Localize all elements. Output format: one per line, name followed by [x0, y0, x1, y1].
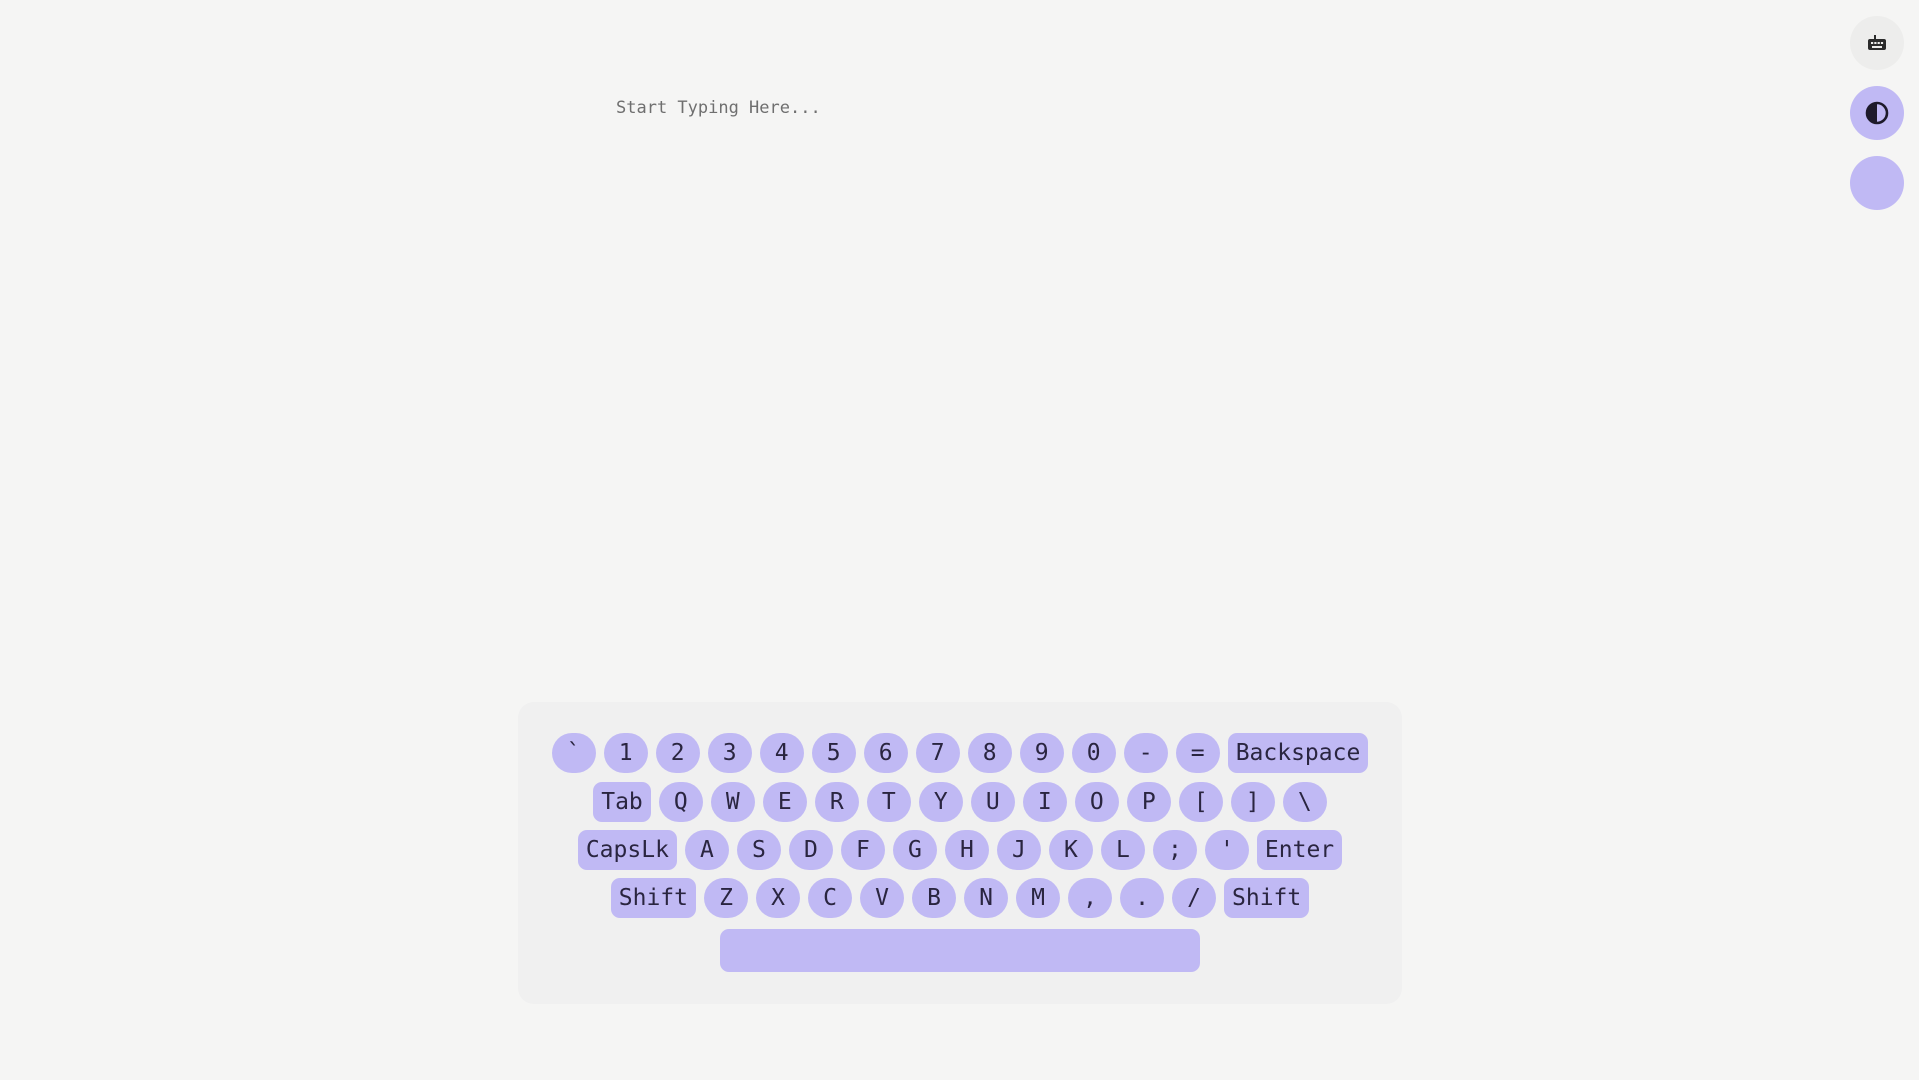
typing-input[interactable] [616, 98, 1396, 158]
c-key[interactable]: C [808, 878, 852, 918]
capslk-key[interactable]: CapsLk [577, 830, 677, 870]
p-key[interactable]: P [1126, 782, 1171, 822]
6-key[interactable]: 6 [863, 733, 908, 773]
w-key[interactable]: W [710, 782, 755, 822]
h-key[interactable]: H [944, 830, 989, 870]
b-key[interactable]: B [912, 878, 956, 918]
semicolon-key[interactable]: ; [1152, 830, 1197, 870]
minus-key[interactable]: - [1123, 733, 1168, 773]
g-key[interactable]: G [892, 830, 937, 870]
y-key[interactable]: Y [918, 782, 963, 822]
k-key[interactable]: K [1048, 830, 1093, 870]
5-key[interactable]: 5 [811, 733, 856, 773]
2-key[interactable]: 2 [655, 733, 700, 773]
typing-app: `1234567890-=Backspace TabQWERTYUIOP[]\ … [0, 0, 1919, 1080]
j-key[interactable]: J [996, 830, 1041, 870]
keyboard-toggle-button[interactable] [1850, 16, 1904, 70]
enter-key[interactable]: Enter [1256, 830, 1343, 870]
virtual-keyboard: ` 1 2 3 4 5 6 7 8 9 0- = Backspace Tab Q W E R T Y U I O P[] \ … [518, 702, 1402, 1004]
4-key[interactable]: 4 [759, 733, 804, 773]
i-key[interactable]: I [1022, 782, 1067, 822]
backspace-key[interactable]: Backspace [1227, 733, 1369, 773]
r-key[interactable]: R [814, 782, 859, 822]
l-key[interactable]: L [1100, 830, 1145, 870]
contrast-icon [1865, 101, 1889, 125]
theme-toggle-button[interactable] [1850, 86, 1904, 140]
s-key[interactable]: S [736, 830, 781, 870]
8-key[interactable]: 8 [967, 733, 1012, 773]
u-key[interactable]: U [970, 782, 1015, 822]
1-key[interactable]: 1 [603, 733, 648, 773]
keyboard-row-5 [518, 929, 1402, 972]
quote-key[interactable]: ' [1204, 830, 1249, 870]
0-key[interactable]: 0 [1071, 733, 1116, 773]
9-key[interactable]: 9 [1019, 733, 1064, 773]
backtick-key[interactable]: ` [551, 733, 596, 773]
equals-key[interactable]: = [1175, 733, 1220, 773]
m-key[interactable]: M [1016, 878, 1060, 918]
v-key[interactable]: V [860, 878, 904, 918]
e-key[interactable]: E [762, 782, 807, 822]
comma-key[interactable]: , [1068, 878, 1112, 918]
keyboard-row-3: CapsLk A S D F G H J K L; ' Enter [518, 830, 1402, 872]
period-key[interactable]: . [1120, 878, 1164, 918]
7-key[interactable]: 7 [915, 733, 960, 773]
keyboard-row-2: Tab Q W E R T Y U I O P[] \ [518, 782, 1402, 824]
tab-key[interactable]: Tab [593, 782, 651, 822]
space-key[interactable] [720, 929, 1200, 972]
color-swatch-button[interactable] [1850, 156, 1904, 210]
shift-key[interactable]: Shift [1224, 878, 1310, 918]
q-key[interactable]: Q [658, 782, 703, 822]
a-key[interactable]: A [684, 830, 729, 870]
keyboard-row-1: ` 1 2 3 4 5 6 7 8 9 0- = Backspace [518, 733, 1402, 775]
backslash-key[interactable]: \ [1282, 782, 1327, 822]
o-key[interactable]: O [1074, 782, 1119, 822]
3-key[interactable]: 3 [707, 733, 752, 773]
right-bracket-key[interactable]: ] [1230, 782, 1275, 822]
n-key[interactable]: N [964, 878, 1008, 918]
f-key[interactable]: F [840, 830, 885, 870]
slash-key[interactable]: / [1172, 878, 1216, 918]
left-bracket-key[interactable]: [ [1178, 782, 1223, 822]
keyboard-icon [1868, 35, 1886, 50]
d-key[interactable]: D [788, 830, 833, 870]
x-key[interactable]: X [756, 878, 800, 918]
z-key[interactable]: Z [704, 878, 748, 918]
keyboard-row-4: Shift Z X C V B N M,. / Shift [518, 878, 1402, 920]
shift-key[interactable]: Shift [610, 878, 696, 918]
t-key[interactable]: T [866, 782, 911, 822]
